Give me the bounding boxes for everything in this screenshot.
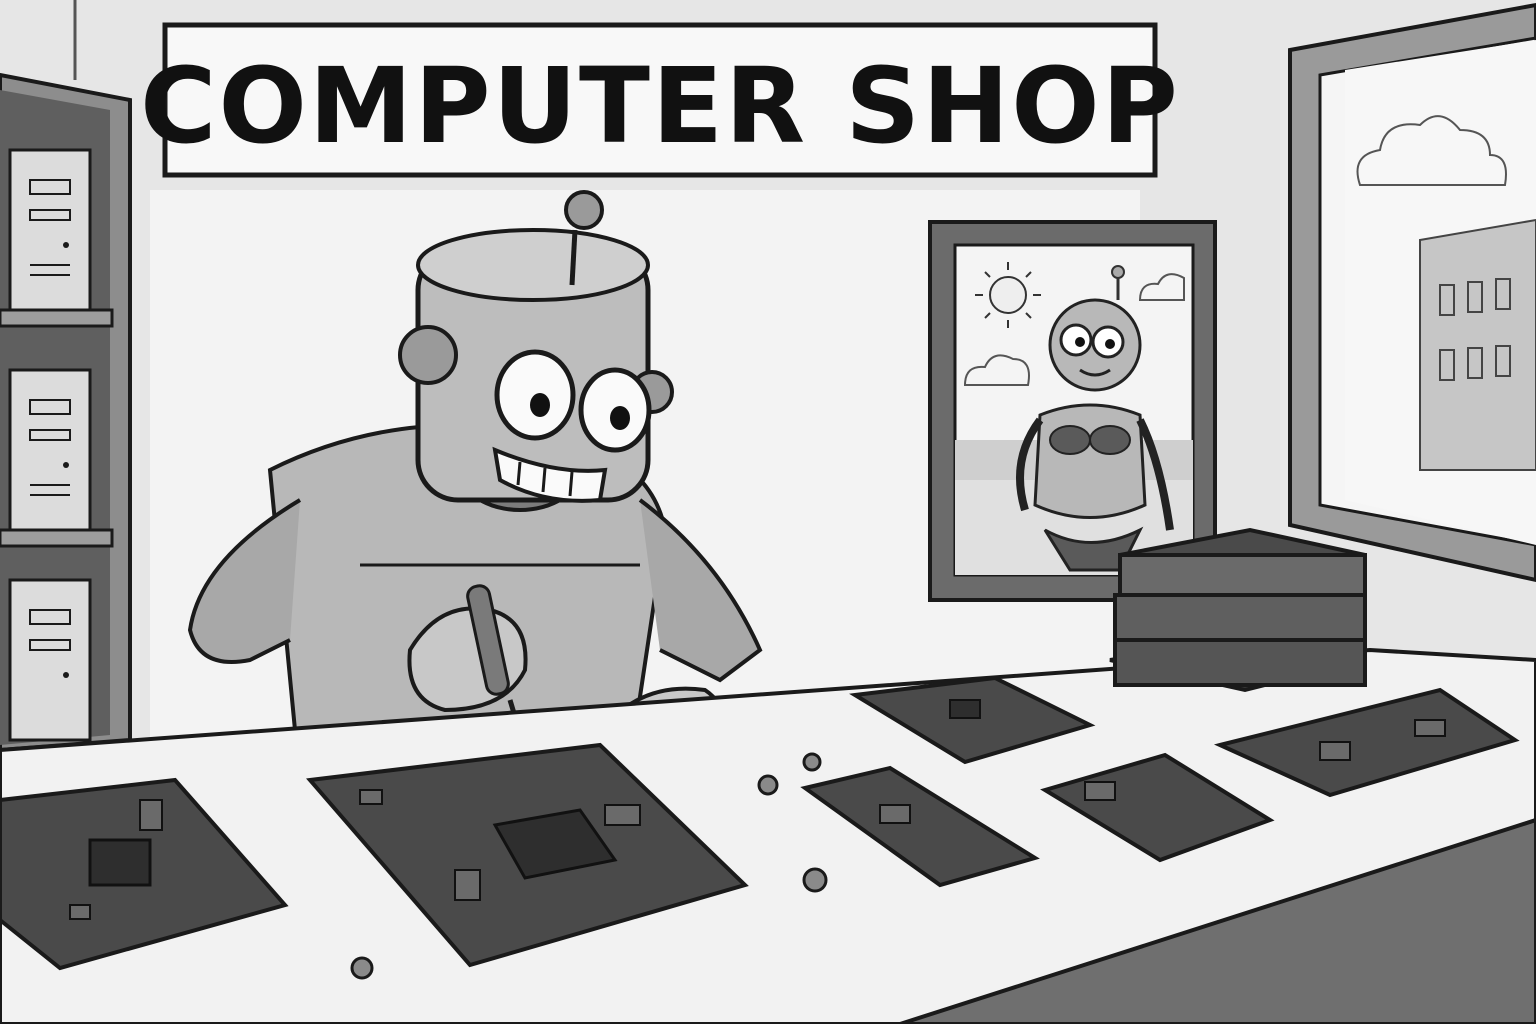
robot-ear xyxy=(398,325,458,385)
building xyxy=(1419,218,1536,471)
screw-icon xyxy=(802,752,822,772)
stacked-circuit-boards xyxy=(1109,527,1367,693)
shop-sign: COMPUTER SHOP xyxy=(140,22,1180,178)
shelf-unit xyxy=(0,72,132,753)
screw-icon xyxy=(802,867,828,893)
screw-icon xyxy=(350,956,374,980)
shop-sign-text: COMPUTER SHOP xyxy=(140,45,1180,167)
screw-icon xyxy=(757,774,779,796)
shelf-computer-case xyxy=(8,368,92,532)
window xyxy=(1288,2,1536,583)
shelf-computer-case xyxy=(8,578,92,742)
computer-shop-scene: COMPUTER SHOP xyxy=(0,0,1536,1024)
robot-antenna xyxy=(569,229,578,286)
shelf-computer-case xyxy=(8,148,92,312)
